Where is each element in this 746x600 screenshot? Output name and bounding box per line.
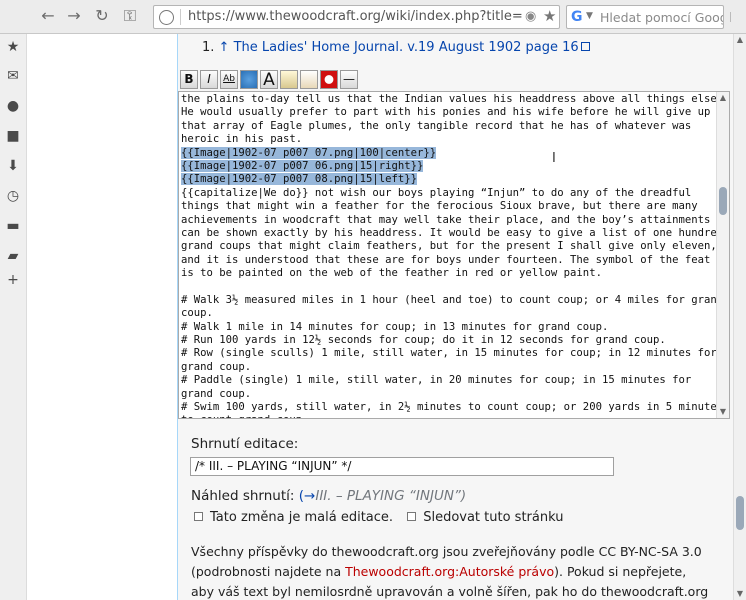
section-link[interactable]: (→ <box>299 488 316 504</box>
editor-line: is to be painted on the web of the feath… <box>181 267 602 280</box>
edit-toolbar: B I Ab A — <box>180 70 360 90</box>
editor-line: to count grand coup. <box>181 414 717 418</box>
editor-line: things that might win a feather for the … <box>181 200 698 213</box>
summary-label: Shrnutí editace: <box>191 436 299 452</box>
browser-toolbar: ← → ↻ ⚿ https://www.thewoodcraft.org/wik… <box>0 0 746 34</box>
editor-line: # Run 100 yards in 12½ seconds for coup;… <box>181 334 666 347</box>
mail-icon[interactable]: ✉ <box>5 68 21 84</box>
editor-line: {{Image|1902-07 p007 07.png|100|center}} <box>181 146 437 159</box>
url-bar[interactable]: https://www.thewoodcraft.org/wiki/index.… <box>153 5 560 29</box>
editor-line: {{Image|1902-07 p007 06.png|15|right}} <box>181 159 424 172</box>
horizontal-line-icon[interactable]: — <box>340 70 358 89</box>
editor-line: # Walk 3½ measured miles in 1 hour (heel… <box>181 293 724 306</box>
window-icon[interactable]: ▬ <box>5 218 21 234</box>
internal-link-button[interactable]: Ab <box>220 70 238 89</box>
copyright-link[interactable]: Thewoodcraft.org:Autorské právo <box>345 564 554 579</box>
watch-label[interactable]: Sledovat tuto stránku <box>423 510 563 525</box>
image-icon[interactable] <box>280 70 298 89</box>
editor-line: the plains to-day tell us that the India… <box>181 93 724 105</box>
bold-button[interactable]: B <box>180 70 198 89</box>
google-icon: G <box>571 9 583 25</box>
editor-line: # Row (single sculls) 1 mile, still wate… <box>181 347 717 360</box>
page-scrollbar-thumb[interactable] <box>736 496 744 530</box>
text-cursor-icon: I <box>552 151 556 166</box>
headline-button[interactable]: A <box>260 70 278 89</box>
globe-icon <box>159 10 174 25</box>
key-icon[interactable]: ⚿ <box>119 5 141 27</box>
reference-backlink[interactable]: ↑ <box>219 40 230 55</box>
star-icon[interactable]: ★ <box>5 39 21 55</box>
editor-line: grand coup. <box>181 360 252 373</box>
content-box: 1. ↑ The Ladies' Home Journal. v.19 Augu… <box>177 34 733 600</box>
scroll-up-icon[interactable]: ▲ <box>717 92 729 104</box>
editor-scrollbar[interactable]: ▲ ▼ <box>716 92 729 418</box>
scroll-up-icon[interactable]: ▲ <box>734 34 746 46</box>
editor-line: {{Image|1902-07 p007 08.png|15|left}} <box>181 173 417 186</box>
reference-link[interactable]: The Ladies' Home Journal. v.19 August 19… <box>234 40 579 55</box>
nowiki-icon[interactable] <box>320 70 338 89</box>
editor-line: heroic in his past. <box>181 133 303 146</box>
summary-preview: Náhled shrnutí: (→III. – PLAYING “INJUN”… <box>191 488 467 504</box>
editor-line: and it is understood that these are for … <box>181 253 711 266</box>
editor-line: # Paddle (single) 1 mile, still water, i… <box>181 374 692 387</box>
page-scrollbar[interactable]: ▲ ▼ <box>733 34 746 600</box>
editor-text[interactable]: the plains to-day tell us that the India… <box>181 93 724 418</box>
editor-line: grand coup. <box>181 387 252 400</box>
editor-line: # Swim 100 yards, still water, in 2½ min… <box>181 400 724 413</box>
editor-line: coup. <box>181 307 213 320</box>
search-input[interactable]: G ▼ Hledat pomocí Googl <box>566 5 724 29</box>
rss-icon[interactable]: ◉ <box>525 9 536 24</box>
chat-icon[interactable]: ▰ <box>5 248 21 264</box>
globe-icon[interactable] <box>240 70 258 89</box>
editor-line: {{capitalize|We do}} not wish our boys p… <box>181 186 692 199</box>
wikitext-editor[interactable]: the plains to-day tell us that the India… <box>178 91 730 419</box>
editor-line: achievements in woodcraft that may well … <box>181 213 711 226</box>
scroll-down-icon[interactable]: ▼ <box>717 406 729 418</box>
editor-scrollbar-thumb[interactable] <box>719 187 727 215</box>
url-text[interactable]: https://www.thewoodcraft.org/wiki/index.… <box>188 9 523 24</box>
editor-line: grand coups that might claim feathers, b… <box>181 240 717 253</box>
license-notice: Všechny příspěvky do thewoodcraft.org js… <box>191 544 709 599</box>
add-icon[interactable]: + <box>5 272 21 288</box>
chevron-down-icon[interactable]: ▼ <box>586 11 593 21</box>
back-arrow-icon[interactable]: ← <box>37 5 59 27</box>
editor-line: # Walk 1 mile in 14 minutes for coup; in… <box>181 320 609 333</box>
media-icon[interactable] <box>300 70 318 89</box>
editor-line: can be shown exactly by his headdress. I… <box>181 226 724 239</box>
minor-edit-label[interactable]: Tato změna je malá editace. <box>210 510 393 525</box>
reference-item: 1. ↑ The Ladies' Home Journal. v.19 Augu… <box>202 40 590 55</box>
summary-input[interactable]: /* III. – PLAYING “INJUN” */ <box>190 457 614 476</box>
italic-button[interactable]: I <box>200 70 218 89</box>
sidebar: ★ ✉ ● ■ ⬇ ◷ ▬ ▰ + <box>0 34 27 600</box>
editor-line: He would usually prefer to part with his… <box>181 106 711 119</box>
edit-options: Tato změna je malá editace. Sledovat tut… <box>194 510 563 525</box>
minor-edit-checkbox[interactable] <box>194 512 203 521</box>
scroll-down-icon[interactable]: ▼ <box>734 588 746 600</box>
reload-icon[interactable]: ↻ <box>91 5 113 27</box>
download-icon[interactable]: ⬇ <box>5 158 21 174</box>
user-icon[interactable]: ● <box>5 98 21 114</box>
bookmark-star-icon[interactable]: ★ <box>543 7 556 25</box>
external-link-icon <box>580 42 590 51</box>
note-icon[interactable]: ■ <box>5 128 21 144</box>
watch-checkbox[interactable] <box>407 512 417 521</box>
editor-line: that array of Eagle plumes, the only tan… <box>181 119 692 132</box>
clock-icon[interactable]: ◷ <box>5 188 21 204</box>
search-placeholder: Hledat pomocí Googl <box>600 10 724 25</box>
forward-arrow-icon[interactable]: → <box>63 5 85 27</box>
page-content: 1. ↑ The Ladies' Home Journal. v.19 Augu… <box>27 34 733 600</box>
